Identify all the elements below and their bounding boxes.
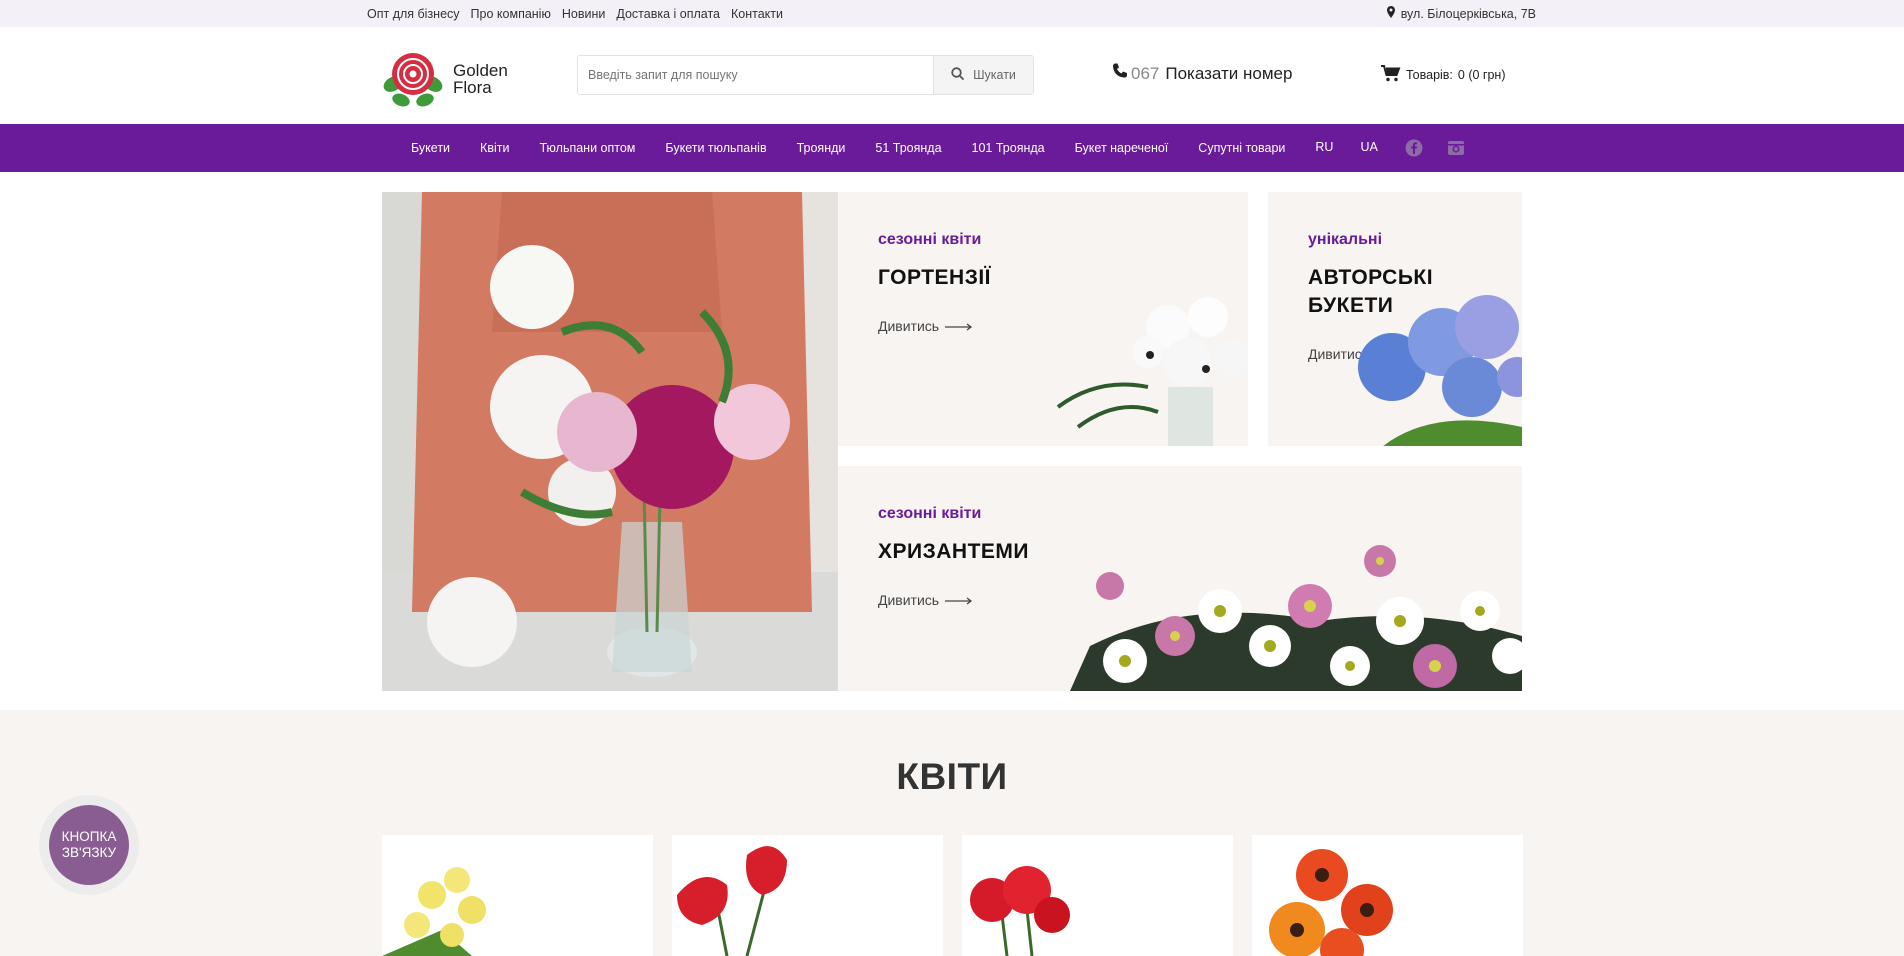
card-title: ГОРТЕНЗІЇ [878, 266, 991, 289]
alstroemeria-image [382, 867, 486, 956]
product-card[interactable] [1252, 835, 1523, 956]
main-nav: Букети Квіти Тюльпани оптом Букети тюльп… [0, 124, 1904, 172]
card-kicker: сезонні квіти [878, 231, 982, 248]
search-input[interactable] [578, 56, 933, 94]
show-number-link[interactable]: Показати номер [1165, 64, 1292, 84]
card-title: ХРИЗАНТЕМИ [878, 540, 1030, 563]
top-link-news[interactable]: Новини [562, 7, 606, 21]
rose-logo-icon [381, 44, 445, 113]
hydrangea-card[interactable]: сезонні квіти ГОРТЕНЗІЇ Дивитись [838, 192, 1248, 446]
address-text: вул. Білоцерківська, 7В [1400, 6, 1536, 21]
chrysanthemum-card[interactable]: сезонні квіти ХРИЗАНТЕМИ Дивитись [838, 466, 1522, 691]
search-button[interactable]: Шукати [933, 56, 1033, 94]
contact-button[interactable]: КНОПКА ЗВ'ЯЗКУ [39, 795, 139, 895]
nav-item-roses[interactable]: Троянди [797, 141, 846, 155]
phone-icon [1111, 62, 1129, 85]
white-flowers-image [1038, 277, 1248, 446]
nav-item-tulip-bouquets[interactable]: Букети тюльпанів [665, 141, 766, 155]
phone-prefix: 067 [1131, 63, 1160, 83]
card-link-label: Дивитись [878, 592, 940, 608]
top-link-delivery[interactable]: Доставка і оплата [616, 7, 720, 21]
product-card[interactable] [962, 835, 1233, 956]
nav-item-bouquets[interactable]: Букети [411, 141, 450, 155]
cart-icon [1381, 65, 1401, 85]
lang-ua[interactable]: UA [1360, 140, 1377, 154]
phone[interactable]: 067 Показати номер [1111, 62, 1292, 85]
instagram-icon[interactable] [1447, 139, 1465, 157]
card-link-label: Дивитись [878, 318, 940, 334]
top-link-wholesale[interactable]: Опт для бізнесу [367, 7, 460, 21]
contact-button-inner: КНОПКА ЗВ'ЯЗКУ [49, 805, 129, 885]
gerbera-image [1269, 849, 1393, 956]
nav-item-bridal-bouquet[interactable]: Букет нареченої [1075, 141, 1169, 155]
logo[interactable]: Golden Flora [381, 44, 508, 113]
cart-label: Товарів: [1406, 68, 1453, 82]
header: Golden Flora Шукати 067 Показати номер Т… [0, 27, 1904, 124]
nav-item-accessories[interactable]: Супутні товари [1198, 141, 1285, 155]
nav-item-101-roses[interactable]: 101 Троянда [972, 141, 1045, 155]
card-kicker: унікальні [1308, 231, 1383, 248]
nav-item-flowers[interactable]: Квіти [480, 141, 509, 155]
logo-text: Golden Flora [453, 62, 508, 96]
nav-item-tulips-wholesale[interactable]: Тюльпани оптом [539, 141, 635, 155]
top-link-about[interactable]: Про компанію [471, 7, 551, 21]
flowers-section: КВІТИ [0, 710, 1904, 956]
top-link-contacts[interactable]: Контакти [731, 7, 783, 21]
section-title: КВІТИ [896, 756, 1008, 797]
lang-ru[interactable]: RU [1315, 140, 1333, 154]
top-links: Опт для бізнесу Про компанію Новини Дост… [367, 0, 783, 27]
carnation-image [970, 866, 1070, 956]
blue-hydrangea-image [1322, 287, 1522, 446]
address: вул. Білоцерківська, 7В [1386, 0, 1536, 27]
anthurium-image [677, 846, 787, 956]
card-kicker: сезонні квіти [878, 505, 982, 522]
chrysanthemums-image [1070, 536, 1522, 691]
search-button-label: Шукати [973, 68, 1016, 82]
facebook-icon[interactable] [1405, 139, 1423, 157]
top-bar: Опт для бізнесу Про компанію Новини Дост… [0, 0, 1904, 27]
search-icon [951, 67, 964, 83]
logo-line-1: Golden [453, 60, 508, 80]
logo-line-2: Flora [453, 77, 492, 97]
search-bar: Шукати [577, 55, 1034, 95]
peonies-photo[interactable] [382, 192, 838, 691]
card-see-link[interactable]: Дивитись [878, 318, 973, 334]
map-pin-icon [1386, 6, 1395, 21]
arrow-right-icon [945, 592, 973, 608]
cart[interactable]: Товарів: 0 (0 грн) [1381, 65, 1506, 85]
cart-value: 0 (0 грн) [1457, 68, 1506, 82]
product-card[interactable] [382, 835, 653, 956]
contact-line-2: ЗВ'ЯЗКУ [61, 845, 117, 860]
product-card[interactable] [672, 835, 943, 956]
contact-line-1: КНОПКА [61, 829, 117, 844]
arrow-right-icon [945, 318, 973, 334]
author-bouquets-card[interactable]: унікальні АВТОРСЬКІ БУКЕТИ Дивитись [1268, 192, 1522, 446]
card-see-link[interactable]: Дивитись [878, 592, 973, 608]
nav-item-51-roses[interactable]: 51 Троянда [875, 141, 941, 155]
